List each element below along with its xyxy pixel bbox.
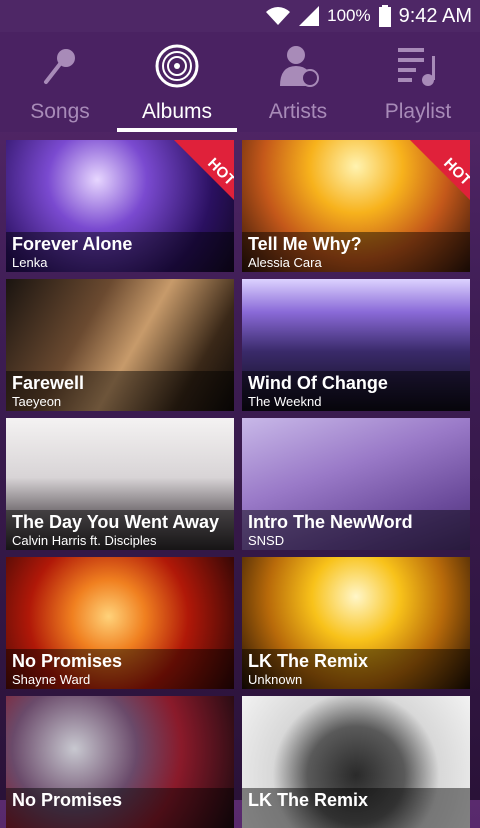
- tab-songs-label: Songs: [30, 100, 90, 123]
- album-artist: The Weeknd: [248, 394, 322, 409]
- album-card[interactable]: LK The Remix Unknown: [242, 557, 470, 689]
- hot-badge: HOT: [410, 140, 470, 200]
- tab-songs[interactable]: Songs: [0, 32, 120, 132]
- album-card[interactable]: No Promises: [6, 696, 234, 828]
- playlist-icon: [398, 48, 435, 86]
- album-title: Intro The NewWord: [248, 512, 413, 532]
- album-title: LK The Remix: [248, 651, 369, 671]
- tab-albums[interactable]: Albums: [117, 32, 237, 132]
- tab-albums-label: Albums: [141, 100, 213, 123]
- hot-badge: HOT: [174, 140, 234, 200]
- tab-artists-label: Artists: [268, 100, 328, 123]
- album-card[interactable]: LK The Remix: [242, 696, 470, 828]
- wifi-icon: [266, 7, 291, 25]
- album-title: Farewell: [12, 373, 85, 393]
- album-artist: SNSD: [248, 533, 285, 548]
- album-title: Tell Me Why?: [248, 234, 362, 254]
- status-bar: 100% 9:42 AM: [0, 0, 480, 32]
- album-title: Forever Alone: [12, 234, 133, 254]
- artist-icon: [280, 46, 319, 87]
- album-card[interactable]: HOT Forever Alone Lenka: [6, 140, 234, 272]
- album-title: No Promises: [12, 651, 123, 671]
- battery-icon: [378, 5, 391, 27]
- album-title: Wind Of Change: [248, 373, 388, 393]
- vinyl-disc-icon: [155, 44, 199, 88]
- album-artist: Calvin Harris ft. Disciples: [12, 533, 157, 548]
- album-card[interactable]: The Day You Went Away Calvin Harris ft. …: [6, 418, 234, 550]
- battery-percent: 100%: [327, 6, 371, 25]
- album-card[interactable]: Intro The NewWord SNSD: [242, 418, 470, 550]
- album-card[interactable]: Farewell Taeyeon: [6, 279, 234, 411]
- album-card[interactable]: Wind Of Change The Weeknd: [242, 279, 470, 411]
- tab-playlist-label: Playlist: [384, 100, 452, 123]
- album-artist: Taeyeon: [12, 394, 62, 409]
- album-artist: Unknown: [248, 672, 303, 687]
- album-artist: Alessia Cara: [248, 255, 322, 270]
- album-title: No Promises: [12, 790, 123, 810]
- album-card[interactable]: No Promises Shayne Ward: [6, 557, 234, 689]
- tab-artists[interactable]: Artists: [238, 32, 358, 132]
- signal-icon: [299, 6, 320, 26]
- album-artist: Shayne Ward: [12, 672, 91, 687]
- tab-bar: Songs Albums Artists Playlist: [0, 32, 480, 132]
- album-title: The Day You Went Away: [12, 512, 220, 532]
- album-grid: HOT Forever Alone Lenka HOT Tell Me Why?…: [0, 132, 480, 828]
- album-title: LK The Remix: [248, 790, 369, 810]
- clock: 9:42 AM: [398, 4, 472, 27]
- album-artist: Lenka: [12, 255, 48, 270]
- tab-playlist[interactable]: Playlist: [358, 32, 478, 132]
- album-card[interactable]: HOT Tell Me Why? Alessia Cara: [242, 140, 470, 272]
- microphone-icon: [44, 49, 75, 84]
